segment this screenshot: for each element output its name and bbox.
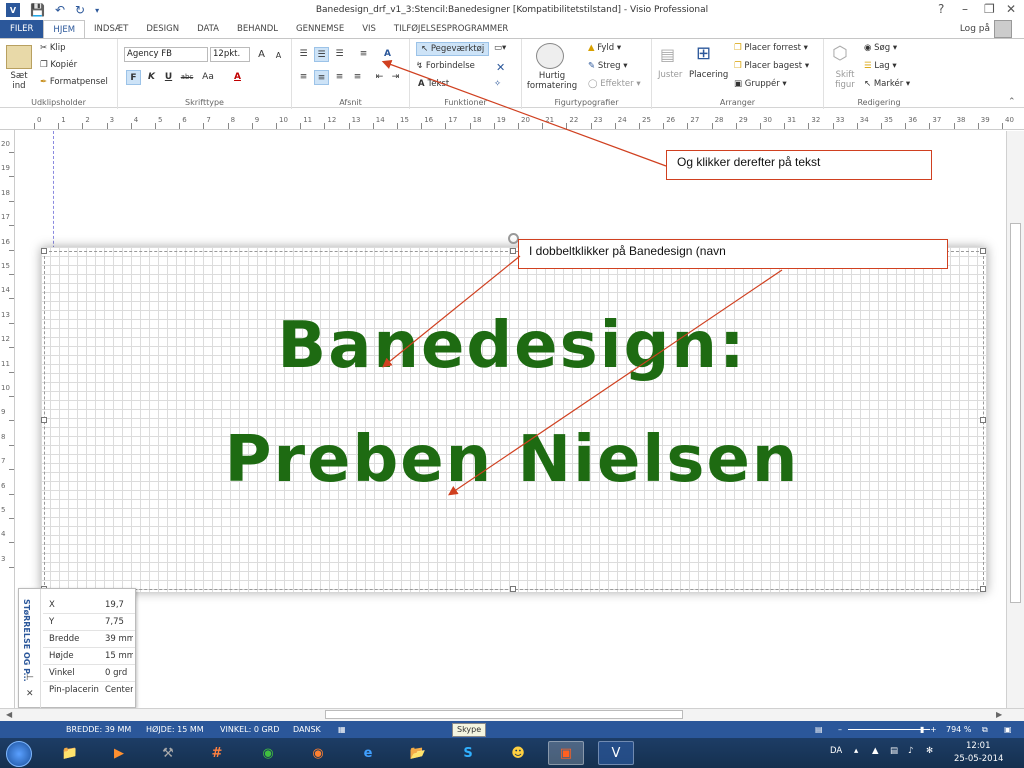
zoom-out-icon[interactable]: – — [838, 721, 842, 738]
zoom-in-icon[interactable]: + — [930, 721, 937, 738]
row-value[interactable]: 7,75 — [105, 617, 133, 627]
size-position-panel[interactable]: STøRRELSE OG P... ⊢ ✕ X 19,7 Y 7,75 Bredde… — [18, 588, 136, 709]
ie-icon[interactable]: e — [350, 741, 386, 765]
tray-date[interactable]: 25-05-2014 — [954, 754, 1003, 764]
panel-row-height[interactable]: Højde 15 mm — [43, 648, 135, 665]
row-key: X — [49, 600, 55, 610]
zoom-slider-thumb[interactable]: ▮ — [920, 721, 924, 738]
tray-time[interactable]: 12:01 — [966, 741, 991, 751]
row-key: Højde — [49, 651, 74, 661]
row-value[interactable]: 19,7 — [105, 600, 133, 610]
fit-window-icon[interactable]: ⧉ — [982, 721, 988, 738]
row-value[interactable]: Center — [105, 685, 133, 695]
row-key: Vinkel — [49, 668, 75, 678]
tray-volume-icon[interactable]: ♪ — [908, 746, 913, 756]
fit-page-icon[interactable]: ▤ — [815, 721, 823, 738]
explorer-icon[interactable]: 📁 — [52, 741, 88, 765]
panel-row-y[interactable]: Y 7,75 — [43, 614, 135, 631]
scroll-left-icon[interactable]: ◀ — [6, 710, 12, 719]
powerpoint-icon[interactable]: ▣ — [548, 741, 584, 765]
horizontal-scroll-thumb[interactable] — [325, 710, 683, 719]
row-key: Pin-placerin — [49, 685, 99, 695]
arrow-to-text-tool — [381, 59, 667, 167]
pin-icon[interactable]: ⊢ — [26, 673, 34, 683]
status-angle[interactable]: VINKEL: 0 GRD — [220, 721, 279, 738]
switch-windows-icon[interactable]: ▣ — [1004, 721, 1012, 738]
horizontal-scrollbar[interactable]: ◀ ▶ — [0, 708, 1024, 721]
row-key: Y — [49, 617, 55, 627]
panel-side: STøRRELSE OG P... ⊢ ✕ — [19, 589, 41, 709]
windows-taskbar: 📁 ▶ ⚒ # ◉ ◉ e 📂 S ☻ ▣ V DA ▴ ▲ ▤ ♪ ✻ 12:… — [0, 738, 1024, 768]
panel-title: STøRRELSE OG P... — [22, 599, 31, 682]
panel-row-angle[interactable]: Vinkel 0 grd — [43, 665, 135, 682]
scroll-right-icon[interactable]: ▶ — [996, 710, 1002, 719]
tray-network-icon[interactable]: ▲ — [872, 746, 879, 756]
tool-app-icon[interactable]: ⚒ — [150, 741, 186, 765]
start-button[interactable] — [6, 741, 32, 767]
chrome-icon[interactable]: ◉ — [250, 741, 286, 765]
firefox-icon[interactable]: ◉ — [300, 741, 336, 765]
skype-tooltip: Skype — [452, 723, 487, 737]
row-value[interactable]: 15 mm — [105, 651, 133, 661]
hash-app-icon[interactable]: # — [199, 741, 235, 765]
row-value[interactable]: 0 grd — [105, 668, 133, 678]
vertical-scroll-thumb[interactable] — [1010, 223, 1021, 603]
vertical-scrollbar[interactable] — [1006, 131, 1024, 708]
status-width[interactable]: BREDDE: 39 MM — [66, 721, 131, 738]
folder-app-icon[interactable]: 📂 — [400, 741, 436, 765]
tray-language[interactable]: DA — [830, 746, 842, 756]
row-value[interactable]: 39 mm — [105, 634, 133, 644]
media-player-icon[interactable]: ▶ — [101, 741, 137, 765]
panel-row-width[interactable]: Bredde 39 mm — [43, 631, 135, 648]
panel-row-pin[interactable]: Pin-placerin Center — [43, 682, 135, 699]
macro-icon[interactable]: ▦ — [338, 721, 346, 738]
annotation-arrows — [381, 59, 783, 496]
status-language[interactable]: DANSK — [293, 721, 321, 738]
row-key: Bredde — [49, 634, 80, 644]
status-bar: BREDDE: 39 MM HØJDE: 15 MM VINKEL: 0 GRD… — [0, 721, 1024, 738]
arrow-to-line-2 — [448, 269, 783, 496]
messenger-icon[interactable]: ☻ — [500, 741, 536, 765]
tray-display-icon[interactable]: ▤ — [890, 746, 898, 756]
close-panel-icon[interactable]: ✕ — [26, 689, 34, 699]
tray-app-icon[interactable]: ✻ — [926, 746, 933, 756]
status-height[interactable]: HØJDE: 15 MM — [146, 721, 204, 738]
visio-taskbar-icon[interactable]: V — [598, 741, 634, 765]
zoom-level[interactable]: 794 % — [946, 721, 971, 738]
tray-expand-icon[interactable]: ▴ — [854, 746, 858, 756]
zoom-slider[interactable] — [848, 729, 930, 730]
panel-row-x[interactable]: X 19,7 — [43, 597, 135, 614]
arrow-to-line-1 — [382, 255, 521, 368]
skype-icon[interactable]: S — [450, 741, 486, 765]
